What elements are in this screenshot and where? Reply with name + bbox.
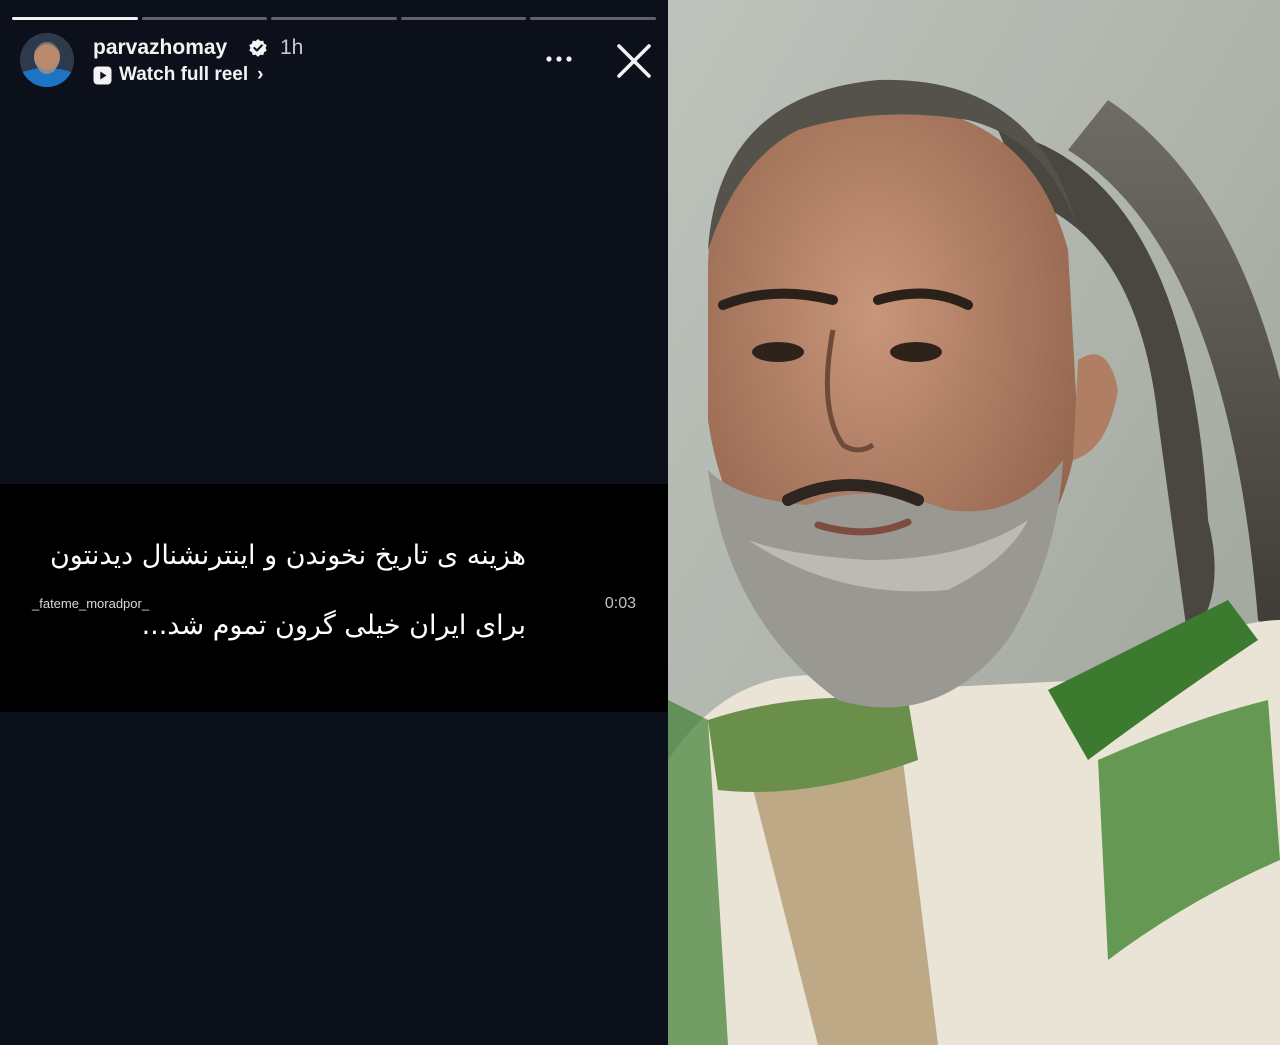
story-progress-bar: [12, 17, 656, 20]
progress-segment: [400, 17, 527, 20]
post-time: 1h: [280, 36, 304, 59]
watch-full-reel-link[interactable]: Watch full reel ›: [93, 63, 263, 87]
verified-badge-icon: [248, 38, 268, 58]
watch-full-reel-label: Watch full reel: [119, 64, 249, 85]
progress-segment: [141, 17, 268, 20]
video-timestamp: 0:03: [604, 595, 636, 612]
watermark-username: _fateme_moradpor_: [32, 596, 150, 611]
more-options-icon[interactable]: [544, 47, 576, 71]
caption-line-1: هزینه ی تاریخ نخوندن و اینترنشنال دیدنتو…: [49, 540, 526, 571]
progress-segment: [530, 17, 656, 20]
chevron-right-icon: ›: [257, 64, 264, 85]
progress-segment: [271, 17, 397, 20]
avatar[interactable]: [20, 33, 74, 87]
portrait-photo: [668, 0, 1280, 1045]
play-icon: [93, 66, 112, 84]
progress-segment: [12, 17, 138, 20]
caption-line-2: برای ایران خیلی گرون تموم شد...: [141, 610, 526, 641]
username[interactable]: parvazhomay: [93, 36, 227, 60]
reel-preview[interactable]: هزینه ی تاریخ نخوندن و اینترنشنال دیدنتو…: [0, 484, 668, 712]
story-header: parvazhomay 1h Watch full reel ›: [20, 33, 654, 89]
close-icon[interactable]: [614, 41, 654, 81]
story-viewer: parvazhomay 1h Watch full reel › هزینه ی…: [0, 0, 668, 1045]
